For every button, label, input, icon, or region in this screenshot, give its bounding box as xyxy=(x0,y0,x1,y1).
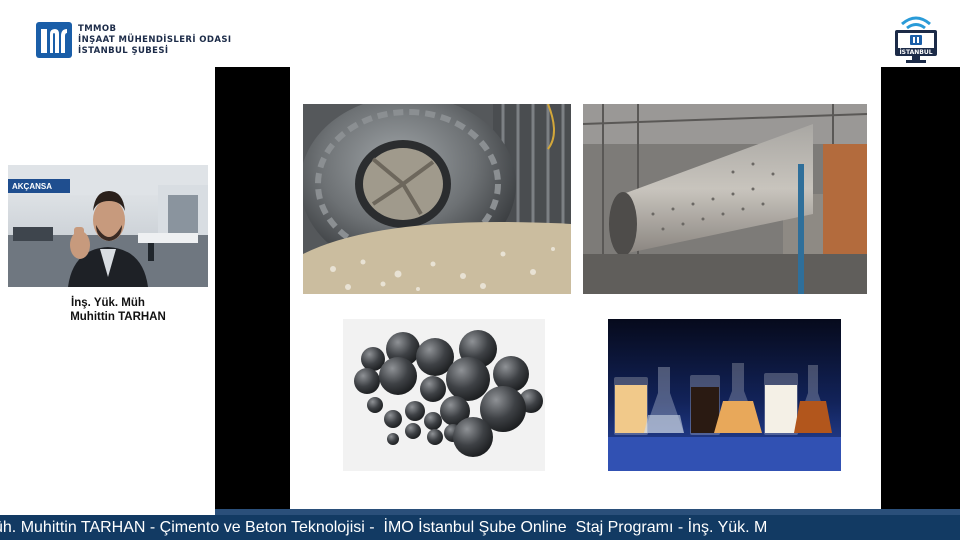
ticker-text: üh. Muhittin TARHAN - Çimento ve Beton T… xyxy=(0,519,768,536)
ball-mill-exterior-photo xyxy=(583,104,867,294)
lab-flasks-photo xyxy=(608,319,841,471)
org-name: TMMOB İNŞAAT MÜHENDİSLERİ ODASI İSTANBUL… xyxy=(78,24,231,57)
lab-flasks-image xyxy=(608,319,841,471)
org-line-2: İNŞAAT MÜHENDİSLERİ ODASI xyxy=(78,34,232,45)
ball-mill-interior-image xyxy=(303,104,571,294)
speaker-video-frame: AKÇANSA xyxy=(8,165,208,287)
speaker-name: Muhittin TARHAN xyxy=(70,311,166,323)
ball-mill-interior-photo xyxy=(303,104,571,294)
org-line-1: TMMOB xyxy=(78,23,117,34)
online-istanbul-badge-icon: İSTANBUL xyxy=(895,16,937,63)
backdrop-brand: AKÇANSA xyxy=(12,182,52,191)
grinding-balls-image xyxy=(343,319,545,471)
speaker-video: AKÇANSA xyxy=(8,165,208,287)
badge-label: İSTANBUL xyxy=(899,49,932,56)
imo-logo: TMMOB İNŞAAT MÜHENDİSLERİ ODASI İSTANBUL… xyxy=(36,22,231,58)
speaker-title: İnş. Yük. Müh xyxy=(71,297,145,309)
grinding-balls-photo xyxy=(343,319,545,471)
org-line-3: İSTANBUL ŞUBESİ xyxy=(78,45,169,56)
presentation-slide xyxy=(290,67,881,509)
imo-logo-icon xyxy=(36,22,72,58)
news-ticker: üh. Muhittin TARHAN - Çimento ve Beton T… xyxy=(0,515,960,540)
speaker-caption: İnş. Yük. Müh Muhittin TARHAN xyxy=(8,296,208,324)
screen-share-area xyxy=(215,67,960,509)
ball-mill-exterior-image xyxy=(583,104,867,294)
